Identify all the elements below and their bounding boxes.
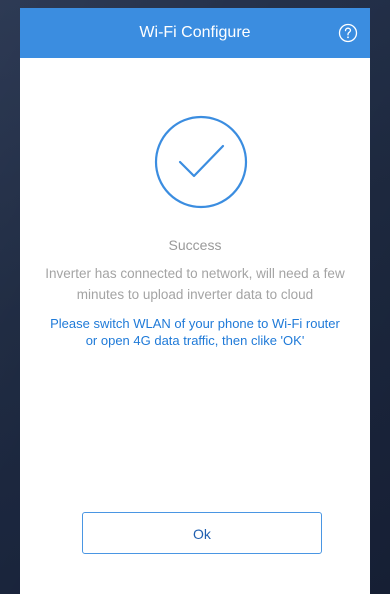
status-text: Success — [168, 237, 222, 253]
ok-button[interactable]: Ok — [82, 512, 322, 554]
wifi-configure-dialog: Wi-Fi Configure Success Inverter has con… — [20, 8, 370, 594]
page-title: Wi-Fi Configure — [139, 24, 251, 41]
instruction-text: Please switch WLAN of your phone to Wi-F… — [50, 316, 340, 348]
check-circle-icon — [153, 114, 249, 210]
help-icon[interactable] — [338, 23, 358, 43]
header-bar: Wi-Fi Configure — [20, 8, 370, 58]
description-text: Inverter has connected to network, will … — [45, 266, 345, 302]
